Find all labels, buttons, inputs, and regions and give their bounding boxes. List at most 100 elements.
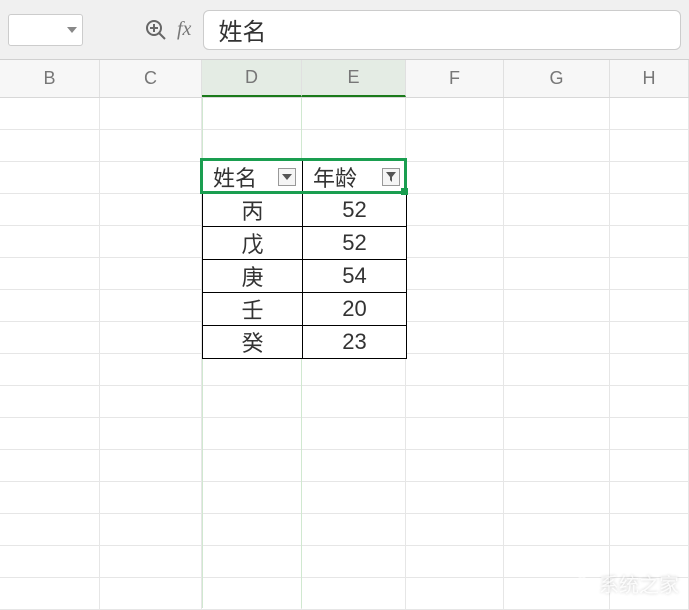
cell[interactable] [302, 130, 406, 161]
chevron-down-icon[interactable] [66, 24, 78, 36]
name-box[interactable] [8, 14, 83, 46]
cell[interactable] [610, 130, 689, 161]
cell[interactable] [100, 322, 202, 353]
cell[interactable] [406, 226, 504, 257]
cell[interactable] [100, 386, 202, 417]
cell-age[interactable]: 52 [303, 227, 407, 260]
cell-name[interactable]: 壬 [203, 293, 303, 326]
cell[interactable] [100, 194, 202, 225]
cell[interactable] [406, 514, 504, 545]
cell-age[interactable]: 52 [303, 194, 407, 227]
cell[interactable] [0, 130, 100, 161]
column-header-C[interactable]: C [100, 60, 202, 97]
cell[interactable] [202, 482, 302, 513]
cell[interactable] [100, 162, 202, 193]
cell-age[interactable]: 23 [303, 326, 407, 359]
cell[interactable] [610, 290, 689, 321]
cell[interactable] [100, 98, 202, 129]
cell[interactable] [302, 578, 406, 609]
cell[interactable] [202, 450, 302, 481]
cell[interactable] [0, 322, 100, 353]
cell[interactable] [0, 418, 100, 449]
cell[interactable] [610, 482, 689, 513]
cell[interactable] [504, 322, 610, 353]
cell[interactable] [0, 514, 100, 545]
cell[interactable] [0, 226, 100, 257]
cell[interactable] [202, 130, 302, 161]
cell[interactable] [504, 290, 610, 321]
column-header-E[interactable]: E [302, 60, 406, 97]
cell[interactable] [406, 386, 504, 417]
cell[interactable] [0, 98, 100, 129]
cell-age[interactable]: 54 [303, 260, 407, 293]
cell-age[interactable]: 20 [303, 293, 407, 326]
cell-name[interactable]: 戊 [203, 227, 303, 260]
cell[interactable] [406, 450, 504, 481]
cell[interactable] [100, 418, 202, 449]
cell[interactable] [302, 514, 406, 545]
column-header-H[interactable]: H [610, 60, 689, 97]
cell[interactable] [504, 514, 610, 545]
cell[interactable] [0, 290, 100, 321]
cell[interactable] [100, 514, 202, 545]
filter-funnel-icon[interactable] [382, 168, 400, 186]
cell[interactable] [302, 98, 406, 129]
cell[interactable] [0, 386, 100, 417]
cell[interactable] [100, 546, 202, 577]
cell[interactable] [610, 450, 689, 481]
cell[interactable] [406, 354, 504, 385]
cell[interactable] [100, 290, 202, 321]
cell[interactable] [504, 162, 610, 193]
column-header-G[interactable]: G [504, 60, 610, 97]
cell[interactable] [100, 450, 202, 481]
cell[interactable] [610, 322, 689, 353]
cell[interactable] [0, 354, 100, 385]
cell[interactable] [504, 482, 610, 513]
cell-name[interactable]: 庚 [203, 260, 303, 293]
cell[interactable] [202, 514, 302, 545]
cell[interactable] [202, 386, 302, 417]
cell[interactable] [406, 130, 504, 161]
cell[interactable] [504, 418, 610, 449]
column-header-D[interactable]: D [202, 60, 302, 97]
cell[interactable] [504, 226, 610, 257]
cell[interactable] [406, 578, 504, 609]
spreadsheet-grid[interactable]: 姓名年龄 丙52戊52庚54壬20癸23 [0, 98, 689, 608]
cell[interactable] [302, 450, 406, 481]
cell[interactable] [610, 226, 689, 257]
cell[interactable] [100, 354, 202, 385]
cell[interactable] [0, 194, 100, 225]
cell[interactable] [100, 482, 202, 513]
cell[interactable] [610, 258, 689, 289]
cell[interactable] [100, 130, 202, 161]
cell[interactable] [406, 418, 504, 449]
cell[interactable] [610, 418, 689, 449]
cell[interactable] [100, 258, 202, 289]
magnify-icon[interactable] [143, 17, 169, 43]
column-header-B[interactable]: B [0, 60, 100, 97]
cell[interactable] [0, 258, 100, 289]
cell[interactable] [100, 578, 202, 609]
filter-dropdown-icon[interactable] [278, 168, 296, 186]
cell-name[interactable]: 丙 [203, 194, 303, 227]
fx-label[interactable]: fx [177, 18, 191, 41]
cell[interactable] [406, 258, 504, 289]
cell[interactable] [0, 546, 100, 577]
column-header-F[interactable]: F [406, 60, 504, 97]
cell[interactable] [610, 98, 689, 129]
cell[interactable] [406, 290, 504, 321]
cell[interactable] [504, 450, 610, 481]
cell-name[interactable]: 癸 [203, 326, 303, 359]
formula-input[interactable] [203, 10, 681, 50]
cell[interactable] [504, 386, 610, 417]
cell[interactable] [202, 98, 302, 129]
cell[interactable] [610, 354, 689, 385]
cell[interactable] [610, 194, 689, 225]
cell[interactable] [406, 194, 504, 225]
cell[interactable] [610, 386, 689, 417]
cell[interactable] [406, 162, 504, 193]
cell[interactable] [0, 482, 100, 513]
cell[interactable] [302, 482, 406, 513]
cell[interactable] [0, 578, 100, 609]
cell[interactable] [504, 194, 610, 225]
